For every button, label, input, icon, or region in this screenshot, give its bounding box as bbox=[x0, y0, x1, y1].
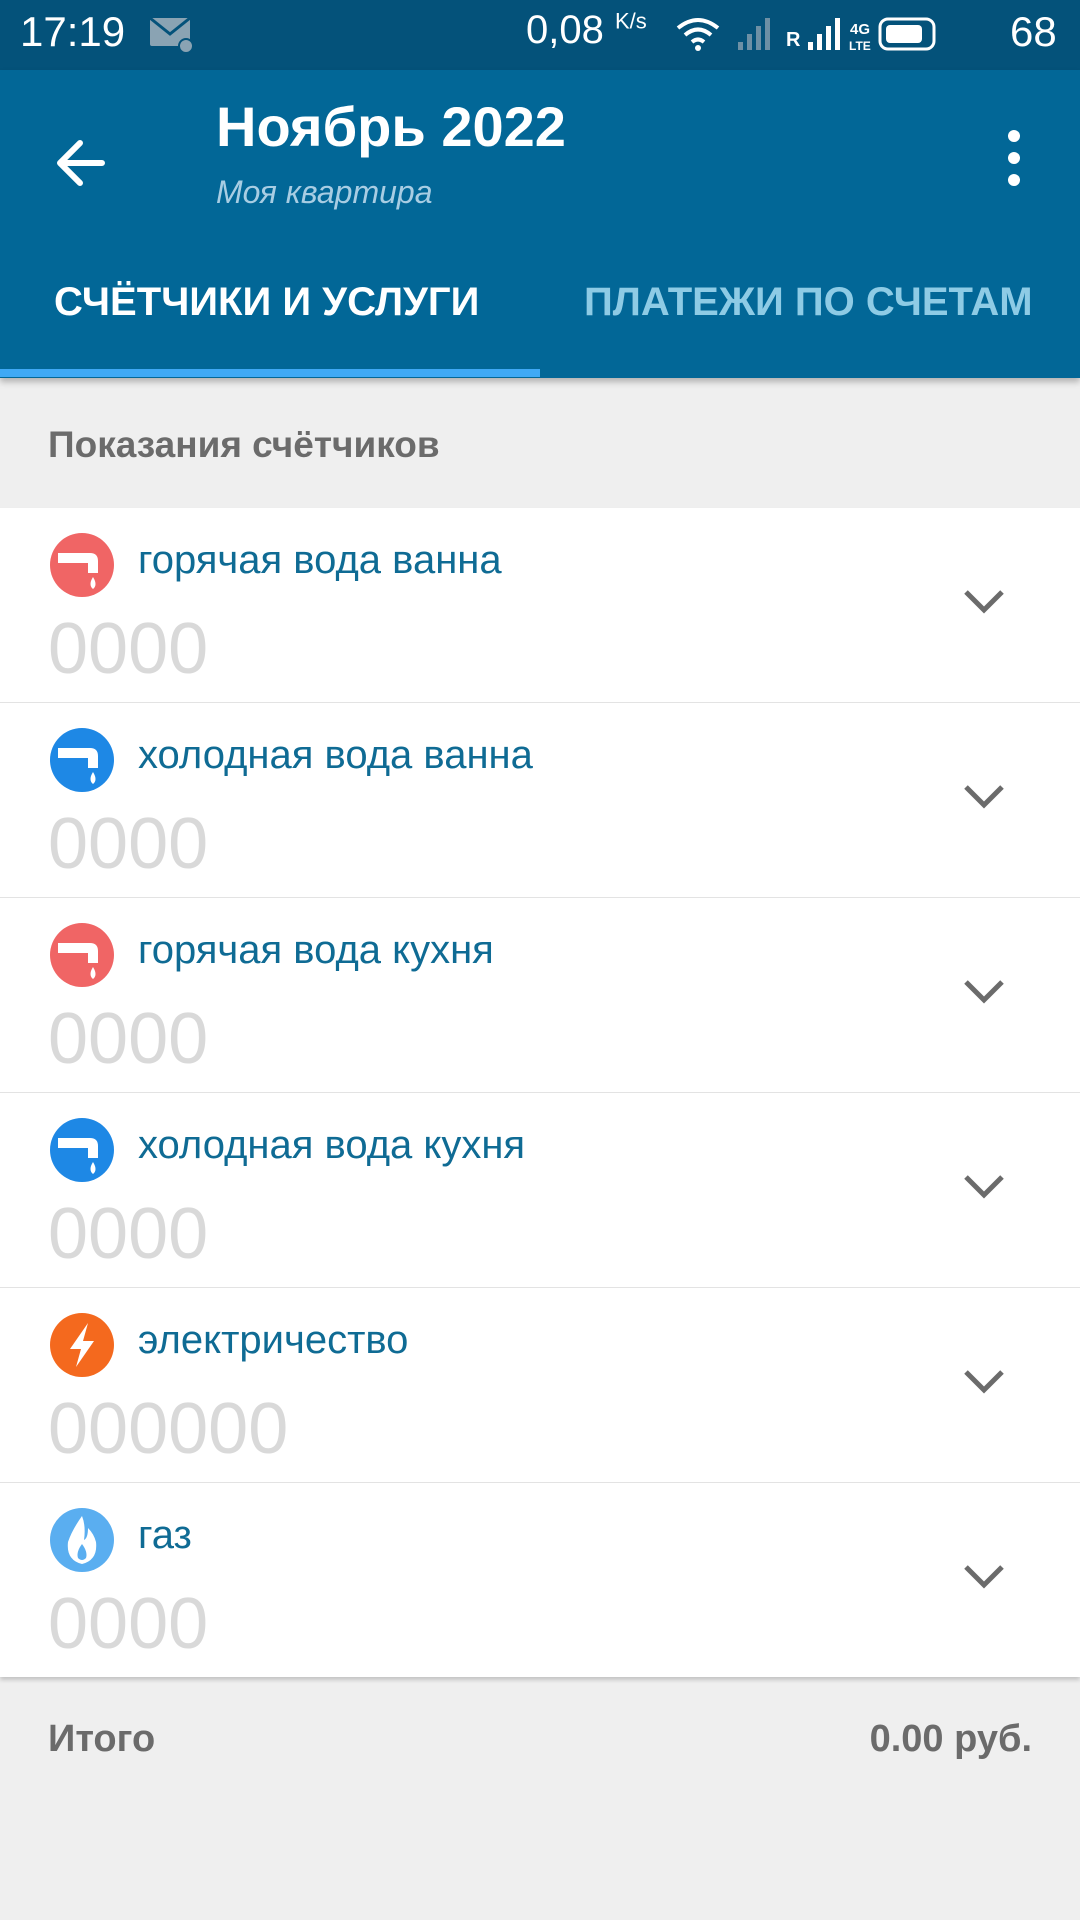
tab-indicator bbox=[0, 369, 540, 377]
chevron-down-icon[interactable] bbox=[962, 781, 1006, 811]
network-type: 4G bbox=[850, 21, 870, 38]
page-title: Ноябрь 2022 bbox=[216, 95, 566, 158]
meter-reading-input[interactable] bbox=[48, 1193, 848, 1275]
roaming-indicator: R bbox=[786, 29, 801, 51]
cold-water-tap-icon bbox=[50, 1118, 114, 1182]
hot-water-tap-icon bbox=[50, 923, 114, 987]
more-options-button[interactable] bbox=[994, 122, 1038, 202]
signal-strong-icon bbox=[808, 18, 840, 50]
meter-reading-input[interactable] bbox=[48, 1583, 848, 1665]
status-icons: R 4G LTE bbox=[674, 12, 994, 63]
meter-row-electricity[interactable]: электричество bbox=[0, 1288, 1080, 1483]
network-subtype: LTE bbox=[849, 39, 871, 53]
meter-label: холодная вода кухня bbox=[138, 1123, 526, 1167]
chevron-down-icon[interactable] bbox=[962, 1366, 1006, 1396]
meter-label: газ bbox=[138, 1513, 192, 1557]
meter-label: горячая вода ванна bbox=[138, 538, 502, 582]
mail-notification-icon bbox=[148, 14, 196, 59]
total-label: Итого bbox=[48, 1718, 156, 1760]
meter-reading-input[interactable] bbox=[48, 803, 848, 885]
meter-reading-input[interactable] bbox=[48, 608, 848, 690]
meter-row-hot-water-bath[interactable]: горячая вода ванна bbox=[0, 508, 1080, 703]
network-speed: 0,08 K/s bbox=[526, 8, 647, 53]
meter-label: электричество bbox=[138, 1318, 409, 1362]
meter-label: холодная вода ванна bbox=[138, 733, 533, 777]
arrow-left-icon bbox=[57, 140, 105, 186]
flame-icon bbox=[50, 1508, 114, 1572]
network-speed-value: 0,08 bbox=[526, 8, 604, 52]
section-title: Показания счётчиков bbox=[48, 424, 440, 465]
meter-label: горячая вода кухня bbox=[138, 928, 494, 972]
back-button[interactable] bbox=[48, 125, 124, 201]
app-bar: Ноябрь 2022 Моя квартира СЧЁТЧИКИ И УСЛУ… bbox=[0, 70, 1080, 378]
chevron-down-icon[interactable] bbox=[962, 1561, 1006, 1591]
meter-row-hot-water-kitchen[interactable]: горячая вода кухня bbox=[0, 898, 1080, 1093]
lightning-icon bbox=[50, 1313, 114, 1377]
chevron-down-icon[interactable] bbox=[962, 1171, 1006, 1201]
wifi-icon bbox=[676, 18, 720, 51]
chevron-down-icon[interactable] bbox=[962, 976, 1006, 1006]
meter-row-gas[interactable]: газ bbox=[0, 1483, 1080, 1677]
meter-reading-input[interactable] bbox=[48, 1388, 848, 1470]
more-vertical-icon bbox=[1008, 130, 1020, 186]
network-speed-unit: K/s bbox=[614, 8, 647, 34]
meter-reading-input[interactable] bbox=[48, 998, 848, 1080]
total-value: 0.00 руб. bbox=[869, 1718, 1032, 1760]
tab-counters-services[interactable]: СЧЁТЧИКИ И УСЛУГИ bbox=[54, 280, 479, 325]
meter-row-cold-water-kitchen[interactable]: холодная вода кухня bbox=[0, 1093, 1080, 1288]
meter-list: горячая вода ванна холодная вода ванна bbox=[0, 508, 1080, 1677]
signal-weak-icon bbox=[738, 18, 770, 50]
cold-water-tap-icon bbox=[50, 728, 114, 792]
page-subtitle: Моя квартира bbox=[216, 174, 433, 210]
status-bar: 17:19 0,08 K/s R 4G LTE 68 bbox=[0, 0, 1080, 70]
status-time: 17:19 bbox=[20, 8, 126, 55]
tab-payments[interactable]: ПЛАТЕЖИ ПО СЧЕТАМ bbox=[584, 280, 1033, 325]
battery-icon bbox=[878, 17, 936, 51]
chevron-down-icon[interactable] bbox=[962, 586, 1006, 616]
battery-level: 68 bbox=[1010, 8, 1057, 55]
meter-row-cold-water-bath[interactable]: холодная вода ванна bbox=[0, 703, 1080, 898]
hot-water-tap-icon bbox=[50, 533, 114, 597]
